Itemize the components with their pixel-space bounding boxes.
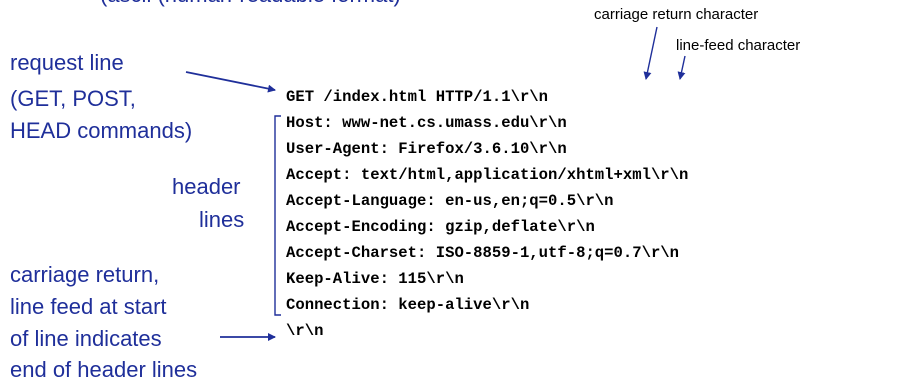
http-request-diagram: { "header_cut": "(ascii (human-readable …: [0, 0, 907, 389]
request-line-arrow: [185, 71, 276, 93]
line-feed-arrow: [677, 55, 686, 80]
carriage-return-arrow: [643, 26, 658, 80]
header-lines-bracket: [274, 115, 281, 316]
annotation-arrows: [185, 26, 686, 341]
